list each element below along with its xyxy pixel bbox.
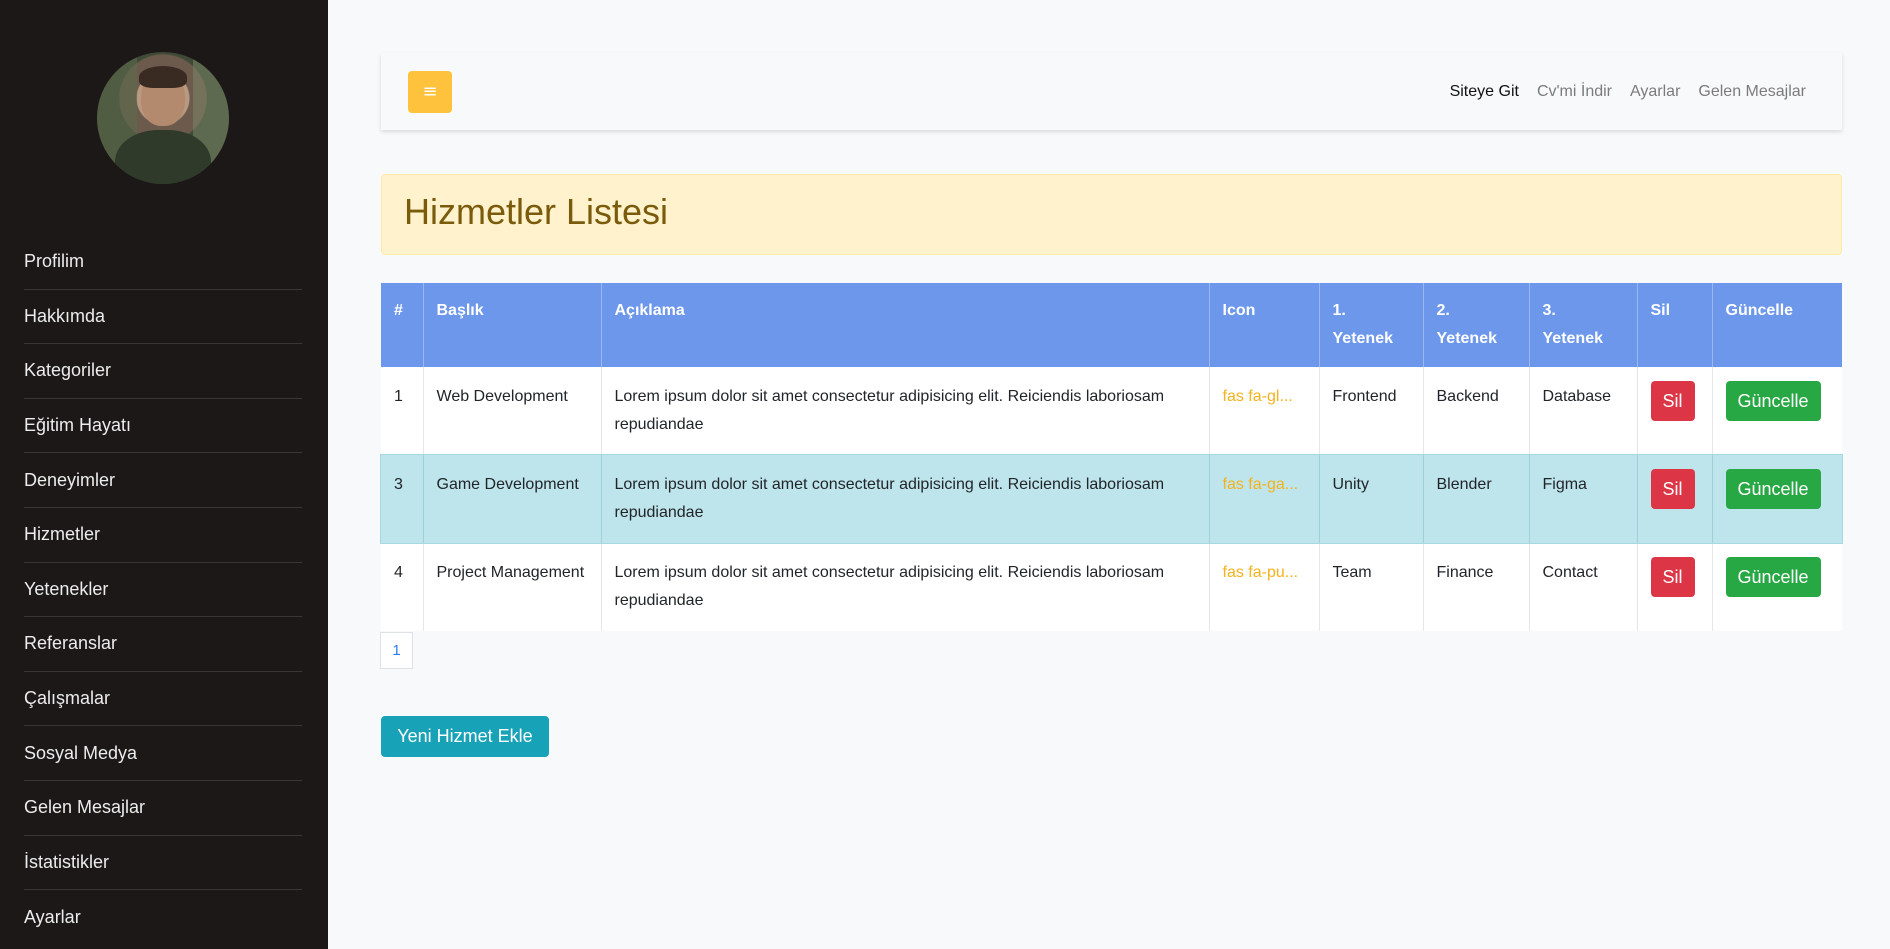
sidebar-item-label: Referanslar bbox=[24, 633, 118, 654]
nav-link-siteye-git[interactable]: Siteye Git bbox=[1450, 83, 1519, 101]
sidebar-item-referanslar[interactable]: Referanslar bbox=[24, 617, 302, 672]
column-header-skill-3: 3. Yetenek bbox=[1529, 283, 1638, 367]
nav-link-ayarlar[interactable]: Ayarlar bbox=[1630, 83, 1680, 101]
sidebar-item-ayarlar[interactable]: Ayarlar bbox=[24, 890, 302, 945]
nav-link-cv-indir[interactable]: Cv'mi İndir bbox=[1537, 83, 1612, 101]
sidebar-item-kategoriler[interactable]: Kategoriler bbox=[24, 344, 302, 399]
avatar[interactable] bbox=[97, 52, 229, 184]
column-header-title: Başlık bbox=[423, 283, 602, 367]
sidebar-menu: Profilim Hakkımda Kategoriler Eğitim Hay… bbox=[24, 235, 302, 945]
page-title-alert: Hizmetler Listesi bbox=[381, 174, 1842, 255]
row-skill-3: Figma bbox=[1529, 455, 1638, 543]
sidebar-item-label: Eğitim Hayatı bbox=[24, 415, 132, 436]
nav-link-gelen-mesajlar[interactable]: Gelen Mesajlar bbox=[1698, 83, 1806, 101]
header-text: 2. bbox=[1436, 302, 1450, 319]
table-header-row: # Başlık Açıklama Icon 1. Yetenek 2. Yeten… bbox=[381, 283, 1842, 367]
row-icon-class: fas fa-pu... bbox=[1209, 543, 1320, 631]
sidebar-item-gelen-mesajlar[interactable]: Gelen Mesajlar bbox=[24, 781, 302, 836]
sidebar-item-label: Çalışmalar bbox=[24, 688, 111, 709]
pagination-page-1[interactable]: 1 bbox=[380, 632, 413, 669]
add-service-button[interactable]: Yeni Hizmet Ekle bbox=[381, 716, 549, 757]
row-description: Lorem ipsum dolor sit amet consectetur a… bbox=[601, 455, 1210, 543]
column-header-update: Güncelle bbox=[1712, 283, 1842, 367]
sidebar-item-istatistikler[interactable]: İstatistikler bbox=[24, 836, 302, 891]
sidebar-item-hizmetler[interactable]: Hizmetler bbox=[24, 508, 302, 563]
column-header-num: # bbox=[381, 283, 424, 367]
sidebar-item-profilim[interactable]: Profilim bbox=[24, 235, 302, 290]
row-title: Project Management bbox=[423, 543, 602, 631]
delete-button[interactable]: Sil bbox=[1650, 557, 1695, 597]
table-row: 4 Project Management Lorem ipsum dolor s… bbox=[381, 543, 1842, 631]
header-text: Yetenek bbox=[1332, 330, 1393, 347]
row-delete-cell: Sil bbox=[1637, 367, 1713, 455]
update-button[interactable]: Güncelle bbox=[1725, 381, 1821, 421]
sidebar-item-label: Kategoriler bbox=[24, 360, 112, 381]
column-header-delete: Sil bbox=[1637, 283, 1713, 367]
hamburger-icon: ≡ bbox=[422, 81, 438, 102]
row-icon-class: fas fa-gl... bbox=[1209, 367, 1320, 455]
row-update-cell: Güncelle bbox=[1712, 455, 1842, 543]
avatar-hair bbox=[139, 66, 187, 88]
sidebar-item-deneyimler[interactable]: Deneyimler bbox=[24, 453, 302, 508]
header-text: Yetenek bbox=[1542, 330, 1603, 347]
row-skill-1: Frontend bbox=[1319, 367, 1424, 455]
table-row: 3 Game Development Lorem ipsum dolor sit… bbox=[380, 454, 1843, 544]
sidebar-item-label: Ayarlar bbox=[24, 906, 81, 927]
sidebar-item-label: İstatistikler bbox=[24, 851, 110, 872]
table-row: 1 Web Development Lorem ipsum dolor sit … bbox=[381, 367, 1842, 455]
row-update-cell: Güncelle bbox=[1712, 543, 1842, 631]
row-description: Lorem ipsum dolor sit amet consectetur a… bbox=[601, 543, 1210, 631]
sidebar-toggle-button[interactable]: ≡ bbox=[408, 71, 452, 113]
sidebar-item-label: Hizmetler bbox=[24, 524, 101, 545]
services-table: # Başlık Açıklama Icon 1. Yetenek 2. Yeten… bbox=[380, 283, 1843, 631]
row-id: 4 bbox=[381, 543, 424, 631]
column-header-skill-2: 2. Yetenek bbox=[1423, 283, 1530, 367]
sidebar: Profilim Hakkımda Kategoriler Eğitim Hay… bbox=[0, 0, 328, 949]
row-delete-cell: Sil bbox=[1637, 455, 1713, 543]
header-text: 3. bbox=[1542, 302, 1556, 319]
header-text: 1. bbox=[1332, 302, 1346, 319]
row-id: 1 bbox=[381, 367, 424, 455]
row-title: Web Development bbox=[423, 367, 602, 455]
sidebar-item-egitim-hayati[interactable]: Eğitim Hayatı bbox=[24, 399, 302, 454]
row-id: 3 bbox=[381, 455, 424, 543]
sidebar-item-calismalar[interactable]: Çalışmalar bbox=[24, 672, 302, 727]
avatar-body bbox=[115, 130, 211, 184]
top-navbar: ≡ Siteye Git Cv'mi İndir Ayarlar Gelen M… bbox=[381, 53, 1842, 130]
sidebar-item-hakkimda[interactable]: Hakkımda bbox=[24, 290, 302, 345]
sidebar-item-yetenekler[interactable]: Yetenekler bbox=[24, 563, 302, 618]
sidebar-item-label: Sosyal Medya bbox=[24, 742, 138, 763]
row-skill-1: Unity bbox=[1319, 455, 1424, 543]
row-update-cell: Güncelle bbox=[1712, 367, 1842, 455]
navbar-links: Siteye Git Cv'mi İndir Ayarlar Gelen Mes… bbox=[1450, 53, 1806, 130]
sidebar-item-label: Deneyimler bbox=[24, 469, 116, 490]
row-icon-class: fas fa-ga... bbox=[1209, 455, 1320, 543]
row-title: Game Development bbox=[423, 455, 602, 543]
sidebar-item-sosyal-medya[interactable]: Sosyal Medya bbox=[24, 726, 302, 781]
row-skill-2: Backend bbox=[1423, 367, 1530, 455]
header-text: Yetenek bbox=[1436, 330, 1497, 347]
column-header-skill-1: 1. Yetenek bbox=[1319, 283, 1424, 367]
column-header-icon: Icon bbox=[1209, 283, 1320, 367]
sidebar-item-label: Hakkımda bbox=[24, 305, 106, 326]
row-delete-cell: Sil bbox=[1637, 543, 1713, 631]
row-skill-2: Finance bbox=[1423, 543, 1530, 631]
column-header-description: Açıklama bbox=[601, 283, 1210, 367]
sidebar-item-label: Profilim bbox=[24, 251, 85, 272]
delete-button[interactable]: Sil bbox=[1650, 469, 1695, 509]
sidebar-item-label: Yetenekler bbox=[24, 578, 109, 599]
row-skill-3: Database bbox=[1529, 367, 1638, 455]
page-title: Hizmetler Listesi bbox=[404, 191, 669, 232]
update-button[interactable]: Güncelle bbox=[1725, 557, 1821, 597]
row-skill-1: Team bbox=[1319, 543, 1424, 631]
sidebar-item-label: Gelen Mesajlar bbox=[24, 797, 146, 818]
row-skill-3: Contact bbox=[1529, 543, 1638, 631]
delete-button[interactable]: Sil bbox=[1650, 381, 1695, 421]
update-button[interactable]: Güncelle bbox=[1725, 469, 1821, 509]
row-description: Lorem ipsum dolor sit amet consectetur a… bbox=[601, 367, 1210, 455]
row-skill-2: Blender bbox=[1423, 455, 1530, 543]
